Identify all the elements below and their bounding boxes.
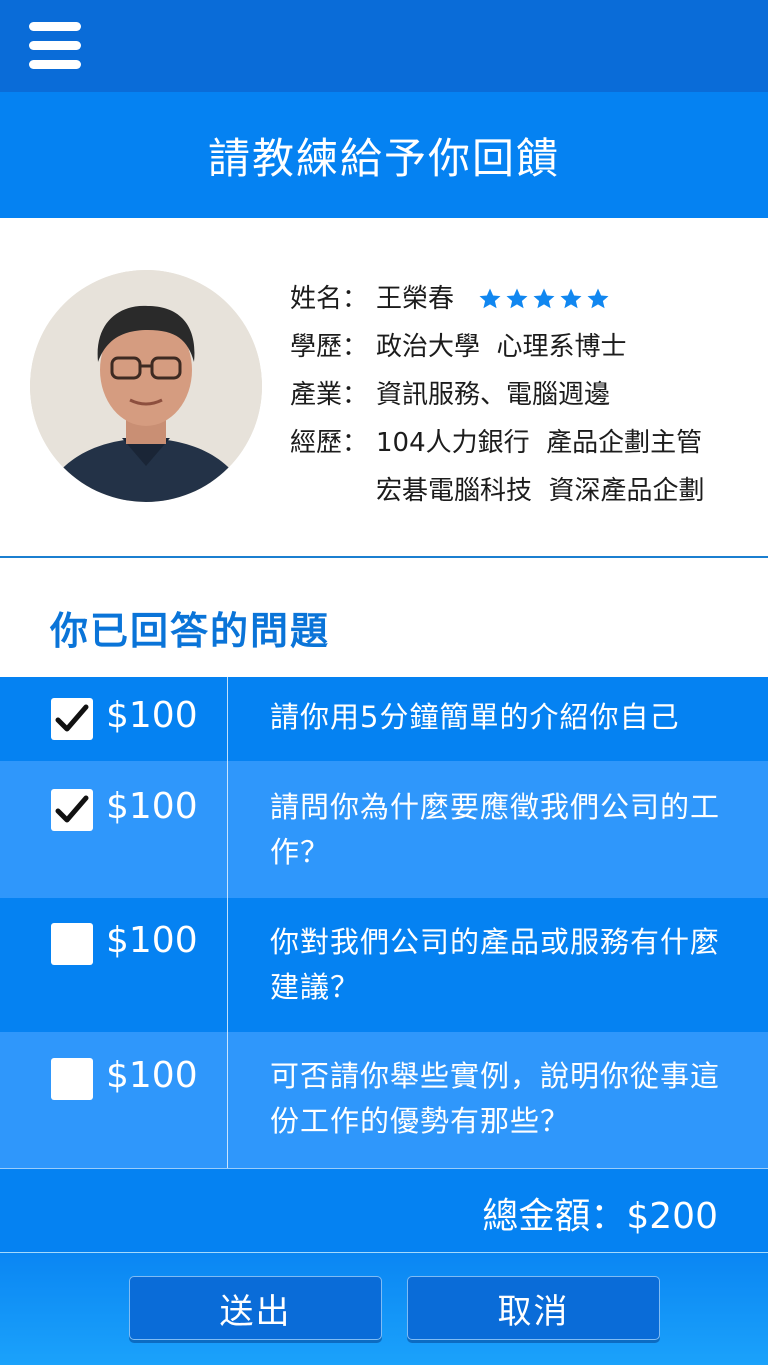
question-checkbox[interactable]	[51, 1058, 93, 1100]
education-row: 學歷： 政治大學 心理系博士	[290, 320, 760, 368]
name-row: 姓名： 王榮春	[290, 272, 760, 320]
experience-value-1: 104人力銀行 產品企劃主管	[376, 427, 703, 458]
question-checkbox[interactable]	[51, 923, 93, 965]
industry-label: 產業：	[290, 379, 369, 410]
star-icon	[560, 288, 582, 309]
question-text: 你對我們公司的產品或服務有什麼建議？	[270, 925, 721, 1004]
menu-icon[interactable]	[29, 22, 81, 70]
question-text: 請問你為什麼要應徵我們公司的工作？	[270, 790, 721, 869]
page-title: 請教練給予你回饋	[207, 133, 560, 183]
avatar	[30, 270, 262, 502]
question-price: $100	[106, 695, 198, 736]
coach-info: 姓名： 王榮春 學歷： 政治大學 心理系博士 產業： 資訊服務、電腦週邊 經歷：…	[290, 272, 760, 512]
footer-bar: 送出 取消	[0, 1252, 768, 1365]
total-amount: 總金額：$200	[482, 1196, 718, 1237]
section-title: 你已回答的問題	[50, 609, 331, 653]
checkmark-icon	[55, 704, 89, 732]
question-price: $100	[106, 786, 198, 827]
question-text: 請你用5分鐘簡單的介紹你自己	[270, 700, 680, 734]
total-bar: 總金額：$200	[0, 1168, 768, 1252]
experience-row: 經歷： 104人力銀行 產品企劃主管	[290, 416, 760, 464]
name-label: 姓名：	[290, 283, 369, 314]
question-checkbox[interactable]	[51, 789, 93, 831]
education-label: 學歷：	[290, 331, 369, 362]
star-icon	[533, 288, 555, 309]
submit-button[interactable]: 送出	[129, 1276, 382, 1340]
coach-profile: 姓名： 王榮春 學歷： 政治大學 心理系博士 產業： 資訊服務、電腦週邊 經歷：…	[0, 218, 768, 558]
question-row: $100 你對我們公司的產品或服務有什麼建議？	[0, 898, 768, 1032]
star-icon	[479, 288, 501, 309]
checkmark-icon	[55, 795, 89, 823]
top-bar	[0, 0, 768, 92]
education-value: 政治大學 心理系博士	[376, 331, 627, 362]
experience-row-2: 宏碁電腦科技 資深產品企劃	[290, 464, 760, 512]
question-list: $100 請你用5分鐘簡單的介紹你自己 $100 請問你為什麼要應徵我們公司的工…	[0, 677, 768, 1168]
question-row: $100 可否請你舉些實例，說明你從事這份工作的優勢有那些？	[0, 1032, 768, 1168]
question-text: 可否請你舉些實例，說明你從事這份工作的優勢有那些？	[270, 1059, 721, 1138]
question-row: $100 請問你為什麼要應徵我們公司的工作？	[0, 761, 768, 898]
rating-stars	[478, 287, 610, 311]
cancel-button[interactable]: 取消	[407, 1276, 660, 1340]
star-icon	[506, 288, 528, 309]
star-icon	[587, 288, 609, 309]
industry-row: 產業： 資訊服務、電腦週邊	[290, 368, 760, 416]
title-bar: 請教練給予你回饋	[0, 92, 768, 218]
question-checkbox[interactable]	[51, 698, 93, 740]
question-row: $100 請你用5分鐘簡單的介紹你自己	[0, 677, 768, 761]
coach-name: 王榮春	[376, 283, 455, 314]
industry-value: 資訊服務、電腦週邊	[376, 379, 611, 410]
experience-label: 經歷：	[290, 427, 369, 458]
question-price: $100	[106, 920, 198, 961]
question-price: $100	[106, 1055, 198, 1096]
experience-value-2: 宏碁電腦科技 資深產品企劃	[376, 475, 705, 506]
